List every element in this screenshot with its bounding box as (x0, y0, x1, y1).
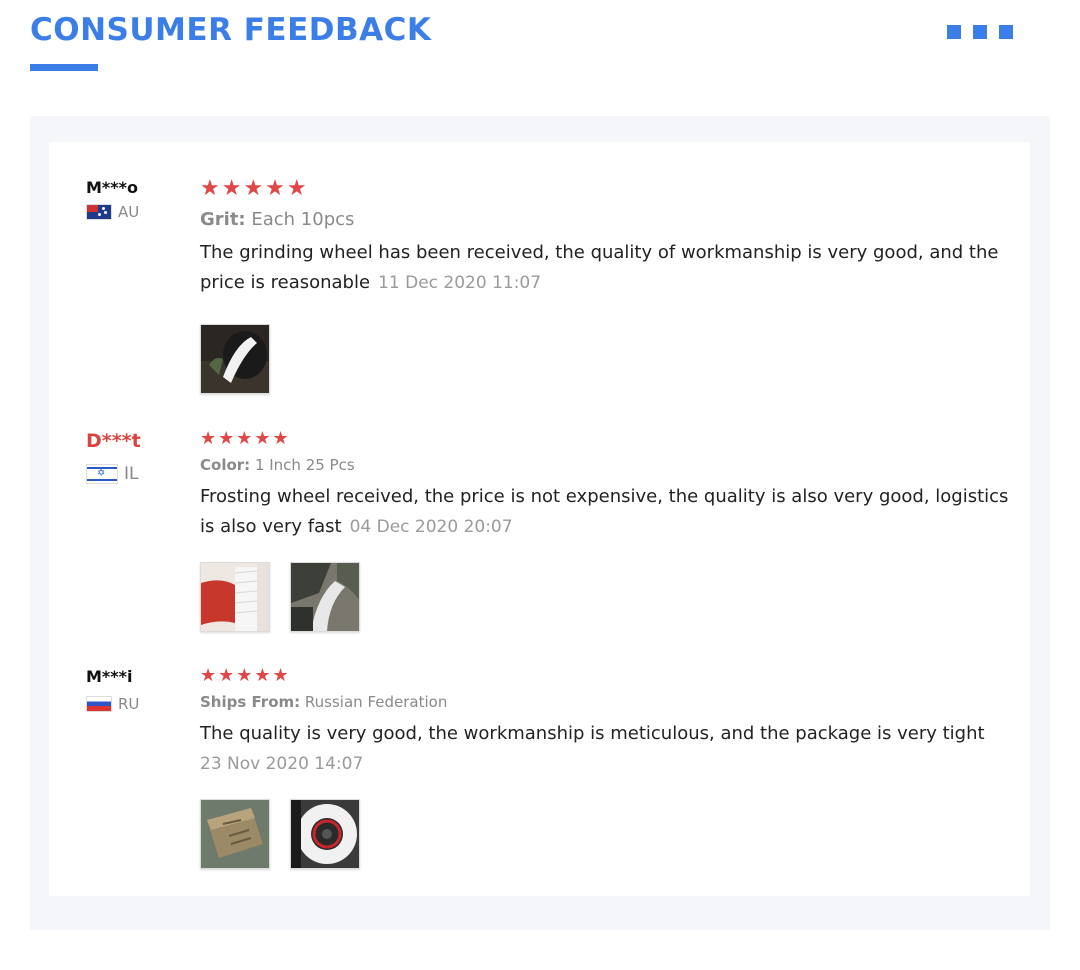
reviewer-name: D***t (86, 430, 141, 452)
flag-au-icon (86, 204, 112, 220)
star-rating: ★★★★★ (200, 665, 291, 686)
decorative-dots (947, 25, 1013, 39)
country-code: AU (118, 203, 140, 221)
review-date: 23 Nov 2020 14:07 (200, 754, 364, 774)
review-content: ★★★★★ Color: 1 Inch 25 Pcs Frosting whee… (200, 430, 1010, 632)
review-photo[interactable] (290, 562, 360, 632)
review-photo[interactable] (290, 799, 360, 869)
dot-icon (947, 25, 961, 39)
attribute-value: 1 Inch 25 Pcs (254, 456, 355, 474)
review-photo[interactable] (200, 799, 270, 869)
star-rating: ★★★★★ (200, 176, 309, 201)
attribute-value: Russian Federation (304, 693, 448, 711)
review-text-block: Frosting wheel received, the price is no… (200, 482, 1010, 542)
dot-icon (973, 25, 987, 39)
country-code: RU (118, 695, 140, 713)
review-text: The grinding wheel has been received, th… (200, 242, 999, 293)
review-text-block: The quality is very good, the workmanshi… (200, 719, 1010, 779)
feedback-card: M***o AU ★★★★★ Grit: Each 10pcs The grin… (49, 142, 1030, 896)
reviewer-info: D***t IL (86, 430, 206, 484)
reviewer-info: M***i RU (86, 667, 206, 713)
flag-il-icon (86, 464, 118, 484)
review-date: 11 Dec 2020 11:07 (378, 273, 542, 293)
review-attribute: Ships From: Russian Federation (200, 693, 1010, 711)
review-content: ★★★★★ Grit: Each 10pcs The grinding whee… (200, 178, 1010, 394)
review-date: 04 Dec 2020 20:07 (349, 517, 513, 537)
reviewer-country: IL (86, 464, 206, 484)
attribute-key: Color: (200, 456, 251, 474)
review-photo[interactable] (200, 324, 270, 394)
flag-ru-icon (86, 696, 112, 712)
review-attribute: Grit: Each 10pcs (200, 209, 1010, 230)
review-photos (200, 799, 1010, 869)
feedback-panel: M***o AU ★★★★★ Grit: Each 10pcs The grin… (30, 116, 1050, 930)
review-photos (200, 562, 1010, 632)
reviewer-info: M***o AU (86, 178, 206, 221)
review-photo[interactable] (200, 562, 270, 632)
review-text: Frosting wheel received, the price is no… (200, 486, 1009, 537)
page-header: CONSUMER FEEDBACK (0, 0, 1080, 110)
star-rating: ★★★★★ (200, 428, 291, 449)
country-code: IL (124, 464, 139, 484)
review-photos (200, 324, 1010, 394)
review-attribute: Color: 1 Inch 25 Pcs (200, 456, 1010, 474)
review-text: The quality is very good, the workmanshi… (200, 723, 985, 744)
reviewer-country: AU (86, 203, 206, 221)
attribute-key: Ships From: (200, 693, 301, 711)
title-underline (30, 64, 98, 71)
review-content: ★★★★★ Ships From: Russian Federation The… (200, 667, 1010, 869)
page-title: CONSUMER FEEDBACK (30, 12, 432, 48)
attribute-key: Grit: (200, 209, 246, 230)
reviewer-name: M***o (86, 178, 139, 197)
review-text-block: The grinding wheel has been received, th… (200, 238, 1010, 298)
reviewer-country: RU (86, 695, 206, 713)
attribute-value: Each 10pcs (251, 209, 355, 230)
dot-icon (999, 25, 1013, 39)
reviewer-name: M***i (86, 667, 133, 686)
